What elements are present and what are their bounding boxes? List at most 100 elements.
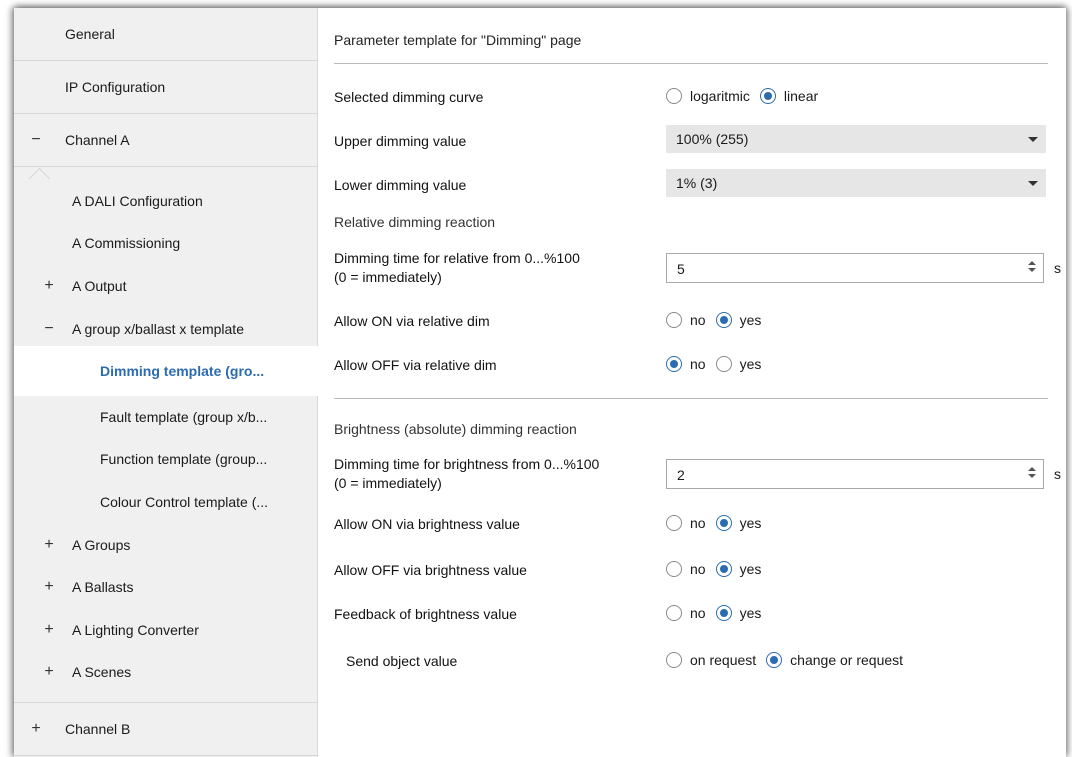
allow-off-relative-radio-group: no yes xyxy=(666,356,771,372)
relative-time-spinbox[interactable]: 5 xyxy=(666,253,1044,283)
upper-dimming-select[interactable]: 100% (255) xyxy=(666,125,1046,153)
sidebar-item-function-template[interactable]: Function template (group... xyxy=(14,437,317,481)
brightness-time-label-line2: (0 = immediately) xyxy=(334,475,442,491)
expand-icon[interactable]: + xyxy=(42,621,56,639)
radio-logaritmic[interactable]: logaritmic xyxy=(666,88,750,104)
sidebar: General IP Configuration − Channel A A D… xyxy=(14,8,319,757)
sidebar-item-label: Function template (group... xyxy=(100,451,268,467)
allow-on-relative-radio-group: no yes xyxy=(666,312,771,328)
allow-off-relative-label: Allow OFF via relative dim xyxy=(334,357,497,373)
radio-checked-icon[interactable] xyxy=(666,356,682,372)
sidebar-item-fault-template[interactable]: Fault template (group x/b... xyxy=(14,395,317,439)
sidebar-item-channel-a[interactable]: − Channel A xyxy=(14,114,317,167)
expand-icon[interactable]: + xyxy=(42,578,56,596)
sidebar-item-label: IP Configuration xyxy=(65,79,166,95)
radio-yes[interactable]: yes xyxy=(715,515,761,531)
dimming-curve-radio-group: logaritmic linear xyxy=(666,88,828,104)
sidebar-item-a-scenes[interactable]: + A Scenes xyxy=(14,650,317,703)
feedback-brightness-radio-group: no yes xyxy=(666,605,771,621)
relative-time-label-line2: (0 = immediately) xyxy=(334,269,442,285)
collapse-icon[interactable]: − xyxy=(42,320,56,338)
spin-up-icon[interactable] xyxy=(1028,261,1036,265)
radio-no[interactable]: no xyxy=(666,561,706,577)
unit-label: s xyxy=(1054,260,1061,276)
radio-checked-icon[interactable] xyxy=(715,561,732,577)
spin-up-icon[interactable] xyxy=(1028,467,1036,471)
sidebar-item-channel-b[interactable]: + Channel B xyxy=(14,703,317,756)
radio-no[interactable]: no xyxy=(666,605,706,621)
expand-icon[interactable]: + xyxy=(42,536,56,554)
expand-icon[interactable]: + xyxy=(42,663,56,681)
radio-checked-icon[interactable] xyxy=(715,515,732,531)
relative-section-title: Relative dimming reaction xyxy=(334,214,496,230)
radio-yes[interactable]: yes xyxy=(715,605,761,621)
sidebar-item-label: A Scenes xyxy=(72,664,132,680)
sidebar-item-label: Colour Control template (... xyxy=(100,494,269,510)
dimming-curve-label: Selected dimming curve xyxy=(334,89,484,105)
brightness-time-spinbox[interactable]: 2 xyxy=(666,459,1044,489)
sidebar-item-a-groups[interactable]: + A Groups xyxy=(14,523,317,567)
parameter-panel: Parameter template for "Dimming" page Se… xyxy=(318,8,1066,757)
allow-on-brightness-label: Allow ON via brightness value xyxy=(334,516,520,532)
divider xyxy=(334,63,1048,64)
sidebar-item-a-lighting-converter[interactable]: + A Lighting Converter xyxy=(14,608,317,652)
radio-label: no xyxy=(690,515,706,531)
radio-label: on request xyxy=(690,652,757,668)
radio-yes[interactable]: yes xyxy=(715,356,761,372)
sidebar-item-a-ballasts[interactable]: + A Ballasts xyxy=(14,565,317,609)
brightness-section-title: Brightness (absolute) dimming reaction xyxy=(334,421,577,437)
radio-unchecked-icon[interactable] xyxy=(666,605,682,621)
radio-unchecked-icon[interactable] xyxy=(666,88,682,104)
radio-unchecked-icon[interactable] xyxy=(666,652,682,668)
lower-dimming-select[interactable]: 1% (3) xyxy=(666,169,1046,197)
radio-checked-icon[interactable] xyxy=(715,312,732,328)
radio-label: no xyxy=(690,312,706,328)
radio-no[interactable]: no xyxy=(666,356,706,372)
spin-down-icon[interactable] xyxy=(1028,268,1036,272)
relative-time-label-line1: Dimming time for relative from 0...%100 xyxy=(334,250,580,266)
radio-change-or-request[interactable]: change or request xyxy=(766,652,903,668)
chevron-down-icon xyxy=(1028,137,1038,142)
sidebar-item-label: Channel A xyxy=(65,132,130,148)
sidebar-item-ip-configuration[interactable]: IP Configuration xyxy=(14,61,317,114)
sidebar-item-general[interactable]: General xyxy=(14,8,317,61)
radio-checked-icon[interactable] xyxy=(766,652,783,668)
sidebar-item-label: A Commissioning xyxy=(72,235,181,251)
radio-checked-icon[interactable] xyxy=(759,88,776,104)
allow-on-relative-label: Allow ON via relative dim xyxy=(334,313,490,329)
lower-dimming-label: Lower dimming value xyxy=(334,177,467,193)
expand-icon[interactable]: + xyxy=(29,720,43,738)
radio-no[interactable]: no xyxy=(666,312,706,328)
sidebar-item-label: General xyxy=(65,26,115,42)
allow-off-brightness-radio-group: no yes xyxy=(666,561,771,577)
radio-unchecked-icon[interactable] xyxy=(666,515,682,531)
sidebar-item-label: A Output xyxy=(72,278,127,294)
radio-on-request[interactable]: on request xyxy=(666,652,756,668)
upper-dimming-label: Upper dimming value xyxy=(334,133,467,149)
sidebar-item-label: A DALI Configuration xyxy=(72,193,203,209)
spinbox-value: 2 xyxy=(677,467,685,483)
radio-label: yes xyxy=(739,561,762,577)
sidebar-item-colour-control-template[interactable]: Colour Control template (... xyxy=(14,480,317,524)
page-title: Parameter template for "Dimming" page xyxy=(334,32,582,48)
sidebar-item-label: A Ballasts xyxy=(72,579,134,595)
spinbox-buttons xyxy=(1027,258,1037,275)
radio-linear[interactable]: linear xyxy=(759,88,818,104)
sidebar-item-dimming-template[interactable]: Dimming template (gro... xyxy=(14,346,319,396)
radio-yes[interactable]: yes xyxy=(715,312,761,328)
collapse-icon[interactable]: − xyxy=(29,131,43,149)
radio-no[interactable]: no xyxy=(666,515,706,531)
chevron-down-icon xyxy=(1028,181,1038,186)
radio-unchecked-icon[interactable] xyxy=(715,356,732,372)
radio-checked-icon[interactable] xyxy=(715,605,732,621)
radio-unchecked-icon[interactable] xyxy=(666,312,682,328)
unit-label: s xyxy=(1054,466,1061,482)
select-value: 1% (3) xyxy=(676,175,718,191)
radio-yes[interactable]: yes xyxy=(715,561,762,577)
spin-down-icon[interactable] xyxy=(1028,474,1036,478)
radio-unchecked-icon[interactable] xyxy=(666,561,682,577)
radio-label: no xyxy=(690,356,706,372)
select-value: 100% (255) xyxy=(676,131,749,147)
radio-label: no xyxy=(690,605,706,621)
expand-icon[interactable]: + xyxy=(42,277,56,295)
